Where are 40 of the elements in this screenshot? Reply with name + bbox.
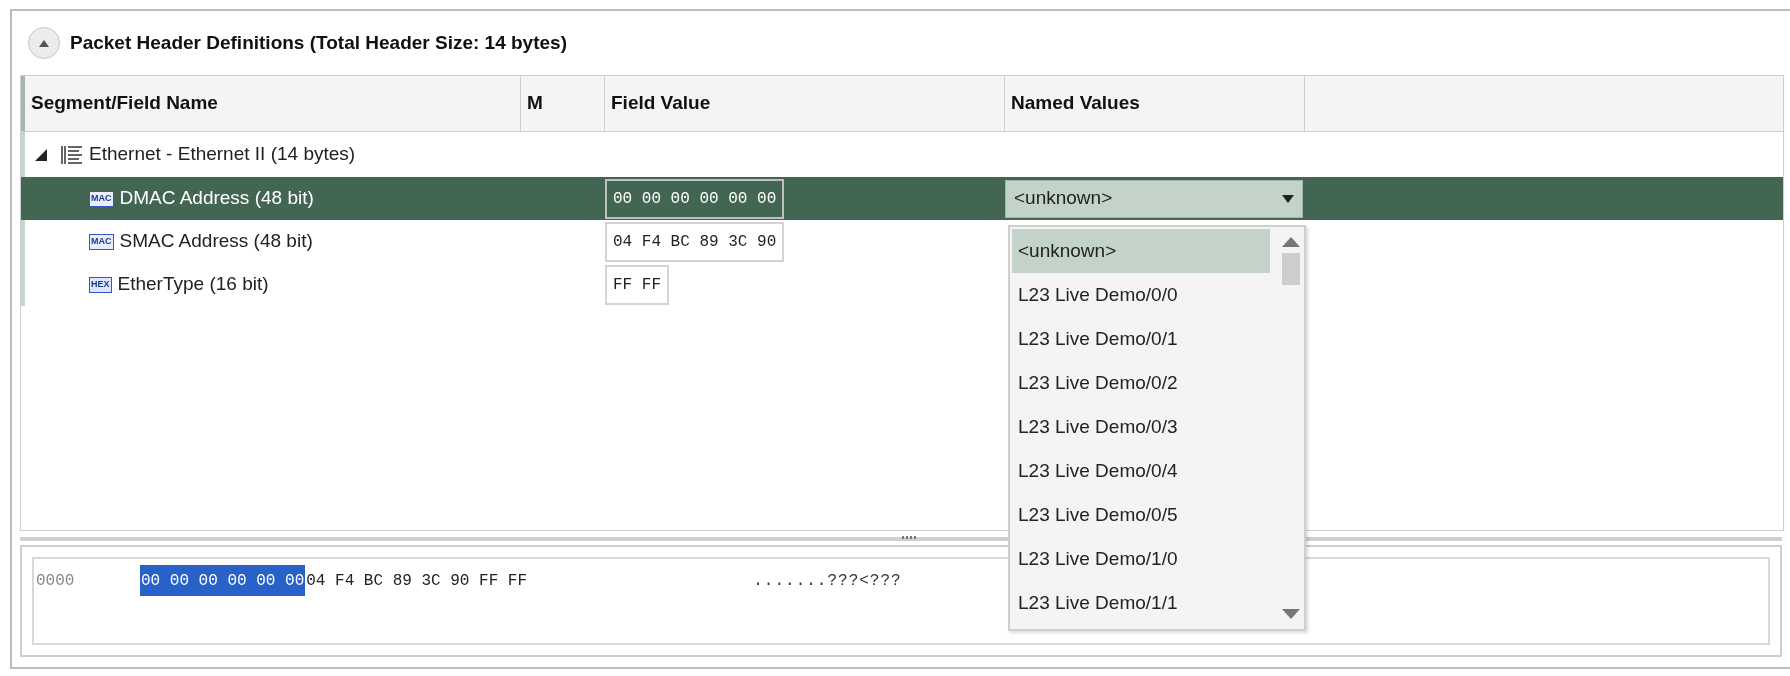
collapse-button[interactable]	[28, 27, 60, 59]
panel-title: Packet Header Definitions (Total Header Size: 14 bytes)	[70, 30, 567, 55]
splitter-grip-icon[interactable]	[902, 536, 916, 539]
dropdown-option[interactable]: L23 Live Demo/0/2	[1012, 361, 1270, 405]
dropdown-caret-icon	[1282, 194, 1294, 203]
named-value-dropdown[interactable]: <unknown>	[1005, 179, 1303, 218]
field-type-icon: MAC	[89, 233, 114, 250]
field-value-input[interactable]: 00 00 00 00 00 00	[605, 178, 785, 219]
field-type-icon: MAC	[89, 190, 114, 207]
scroll-down-icon[interactable]	[1282, 609, 1300, 619]
chevron-icon	[39, 39, 49, 47]
field-value-input[interactable]: FF FF	[605, 264, 669, 305]
field-row[interactable]: MAC DMAC Address (48 bit) 00 00 00 00 00 00	[21, 177, 1005, 220]
column-header[interactable]: M	[521, 76, 605, 131]
selected-hex-bytes[interactable]: 00 00 00 00 00 00	[140, 565, 306, 596]
field-row[interactable]: HEX EtherType (16 bit) FF FF	[21, 263, 1005, 306]
segment-label: Ethernet - Ethernet II (14 bytes)	[89, 142, 356, 167]
field-row[interactable]: MAC SMAC Address (48 bit) 04 F4 BC 89 3C 90	[21, 220, 1005, 263]
dropdown-option[interactable]: L23 Live Demo/1/1	[1012, 581, 1270, 625]
dropdown-option[interactable]: L23 Live Demo/0/5	[1012, 493, 1270, 537]
dropdown-option[interactable]: <unknown>	[1012, 229, 1270, 273]
dropdown-option[interactable]: L23 Live Demo/1/0	[1012, 537, 1270, 581]
field-type-icon: HEX	[89, 276, 112, 293]
dropdown-option[interactable]: L23 Live Demo/0/1	[1012, 317, 1270, 361]
field-value-input[interactable]: 04 F4 BC 89 3C 90	[605, 221, 785, 262]
list-icon	[61, 144, 83, 165]
dropdown-option[interactable]: L23 Live Demo/0/0	[1012, 273, 1270, 317]
ascii-text: .......???<???	[753, 571, 902, 592]
dropdown-option[interactable]: L23 Live Demo/0/4	[1012, 449, 1270, 493]
hex-bytes: 04 F4 BC 89 3C 90 FF FF	[306, 571, 529, 592]
scroll-up-icon[interactable]	[1282, 237, 1300, 247]
column-header[interactable]: Field Value	[605, 76, 1005, 131]
field-name: EtherType (16 bit)	[117, 272, 269, 297]
column-header[interactable]: Segment/Field Name	[21, 76, 521, 131]
hex-offset: 0000	[36, 571, 76, 592]
scrollbar-thumb[interactable]	[1282, 253, 1300, 285]
dropdown-option[interactable]: L23 Live Demo/0/3	[1012, 405, 1270, 449]
field-name: DMAC Address (48 bit)	[119, 186, 314, 211]
expand-triangle-icon[interactable]	[35, 148, 47, 161]
field-name: SMAC Address (48 bit)	[119, 229, 313, 254]
